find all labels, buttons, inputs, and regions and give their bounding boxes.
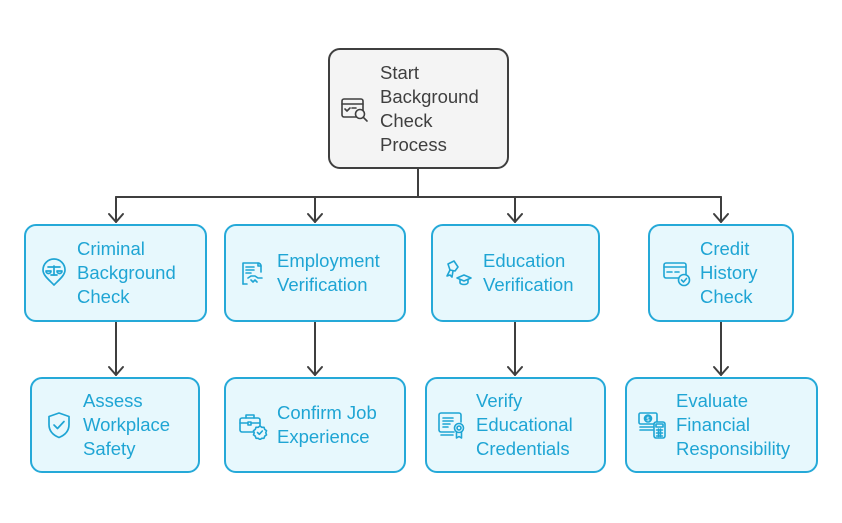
credit-card-check-icon	[662, 258, 692, 288]
node-label: Credit History Check	[700, 238, 758, 307]
node-evaluate-financial-responsibility[interactable]: $ Evaluate Financial Responsibility	[625, 377, 818, 473]
briefcase-badge-check-icon	[238, 410, 268, 440]
node-start-background-check[interactable]: Start Background Check Process	[328, 48, 509, 169]
certificate-icon	[437, 410, 467, 440]
node-verify-educational-credentials[interactable]: Verify Educational Credentials	[425, 377, 606, 473]
contract-handshake-icon	[238, 258, 268, 288]
scales-pin-icon	[39, 258, 69, 288]
node-label: Evaluate Financial Responsibility	[676, 390, 791, 459]
node-credit-history-check[interactable]: Credit History Check	[648, 224, 794, 322]
node-label: Education Verification	[483, 250, 574, 295]
node-label: Criminal Background Check	[77, 238, 176, 307]
node-label: Assess Workplace Safety	[83, 390, 171, 459]
node-education-verification[interactable]: Education Verification	[431, 224, 600, 322]
node-employment-verification[interactable]: Employment Verification	[224, 224, 406, 322]
diploma-cap-icon	[443, 258, 473, 288]
money-calculator-icon: $	[637, 410, 667, 440]
node-label: Start Background Check Process	[380, 61, 479, 155]
node-label: Employment Verification	[277, 250, 380, 295]
node-label: Verify Educational Credentials	[476, 390, 573, 459]
node-assess-workplace-safety[interactable]: Assess Workplace Safety	[30, 377, 200, 473]
node-confirm-job-experience[interactable]: Confirm Job Experience	[224, 377, 406, 473]
node-label: Confirm Job Experience	[277, 402, 377, 447]
node-criminal-background-check[interactable]: Criminal Background Check	[24, 224, 207, 322]
svg-text:$: $	[646, 416, 650, 423]
shield-check-icon	[44, 410, 74, 440]
checklist-search-icon	[340, 94, 370, 124]
